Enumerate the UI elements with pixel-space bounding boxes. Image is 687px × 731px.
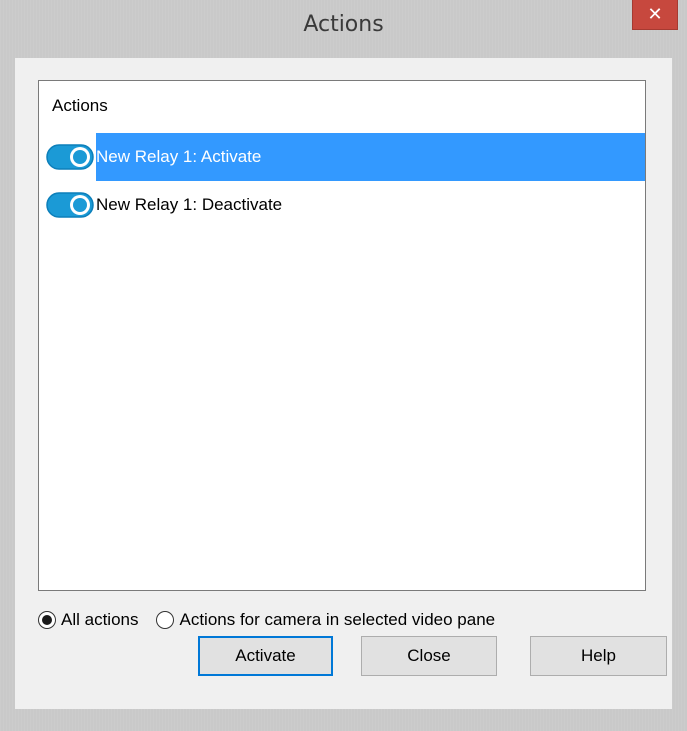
toggle-on-icon: [46, 192, 94, 218]
radio-unchecked-indicator: [156, 611, 175, 629]
filter-radio-group: All actions Actions for camera in select…: [38, 606, 495, 634]
actions-dialog: Actions ✕ Actions New Relay 1: Activate: [0, 0, 687, 731]
radio-label: All actions: [61, 610, 139, 629]
radio-all-actions[interactable]: All actions: [38, 610, 138, 630]
toggle-on-icon: [46, 144, 94, 170]
list-item-label: New Relay 1: Deactivate: [96, 195, 283, 214]
close-icon: ✕: [647, 3, 663, 25]
title-bar[interactable]: Actions ✕: [0, 0, 687, 58]
radio-label: Actions for camera in selected video pan…: [179, 610, 496, 629]
radio-camera-actions[interactable]: Actions for camera in selected video pan…: [156, 610, 495, 630]
radio-checked-indicator: [38, 611, 56, 629]
window-close-button[interactable]: ✕: [632, 0, 678, 30]
list-item-label: New Relay 1: Activate: [96, 133, 645, 181]
list-column-header: Actions: [52, 96, 108, 115]
help-button[interactable]: Help: [530, 636, 667, 676]
list-item-relay-activate[interactable]: New Relay 1: Activate: [39, 133, 645, 181]
activate-button[interactable]: Activate: [198, 636, 333, 676]
close-button[interactable]: Close: [361, 636, 497, 676]
window-title: Actions: [303, 12, 384, 37]
actions-list[interactable]: Actions New Relay 1: Activate New Relay …: [38, 80, 646, 591]
dialog-content: Actions New Relay 1: Activate New Relay …: [15, 58, 672, 709]
list-item-relay-deactivate[interactable]: New Relay 1: Deactivate: [39, 181, 645, 229]
